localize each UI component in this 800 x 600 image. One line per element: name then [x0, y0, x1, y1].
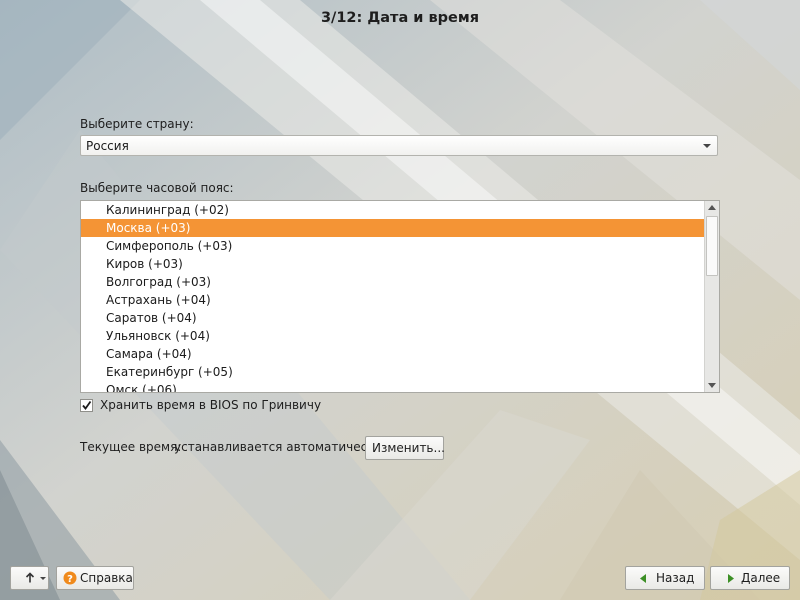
arrow-left-icon	[640, 574, 646, 583]
timezone-list-item[interactable]: Ульяновск (+04)	[81, 327, 705, 345]
help-question-icon: ?	[63, 571, 77, 585]
timezone-list-item[interactable]: Калининград (+02)	[81, 201, 705, 219]
timezone-list-scrollbar[interactable]	[704, 201, 719, 392]
up-arrow-icon	[25, 572, 35, 583]
back-button[interactable]: Назад	[625, 566, 705, 590]
timezone-list-item[interactable]: Волгоград (+03)	[81, 273, 705, 291]
checkmark-icon	[82, 400, 92, 410]
help-button[interactable]: ? Справка	[56, 566, 134, 590]
timezone-list-item[interactable]: Самара (+04)	[81, 345, 705, 363]
timezone-list-item[interactable]: Екатеринбург (+05)	[81, 363, 705, 381]
scroll-down-icon[interactable]	[705, 378, 719, 392]
current-time-label: Текущее время:	[80, 440, 182, 454]
country-label: Выберите страну:	[80, 117, 194, 131]
page-title: 3/12: Дата и время	[320, 10, 480, 26]
timezone-list[interactable]: Калининград (+02) Москва (+03) Симферополь…	[80, 200, 720, 393]
chevron-down-icon	[40, 577, 46, 580]
bios-utc-checkbox[interactable]	[80, 399, 93, 412]
timezone-list-item[interactable]: Астрахань (+04)	[81, 291, 705, 309]
country-combobox[interactable]: Россия	[80, 135, 718, 156]
svg-text:?: ?	[67, 574, 73, 585]
arrow-right-icon	[728, 574, 734, 583]
next-button[interactable]: Далее	[710, 566, 790, 590]
chevron-down-icon	[703, 144, 711, 148]
timezone-list-item[interactable]: Саратов (+04)	[81, 309, 705, 327]
timezone-list-item[interactable]: Симферополь (+03)	[81, 237, 705, 255]
timezone-list-item[interactable]: Москва (+03)	[81, 219, 705, 237]
scrollbar-thumb[interactable]	[706, 216, 718, 276]
scroll-up-icon[interactable]	[705, 201, 719, 215]
current-time-value: устанавливается автоматически	[174, 440, 383, 454]
timezone-label: Выберите часовой пояс:	[80, 181, 234, 195]
country-value: Россия	[86, 139, 129, 153]
timezone-list-item[interactable]: Киров (+03)	[81, 255, 705, 273]
timezone-list-item[interactable]: Омск (+06)	[81, 381, 705, 392]
change-time-button[interactable]: Изменить...	[365, 436, 445, 460]
menu-button[interactable]	[10, 566, 49, 590]
bios-utc-label: Хранить время в BIOS по Гринвичу	[100, 398, 322, 412]
